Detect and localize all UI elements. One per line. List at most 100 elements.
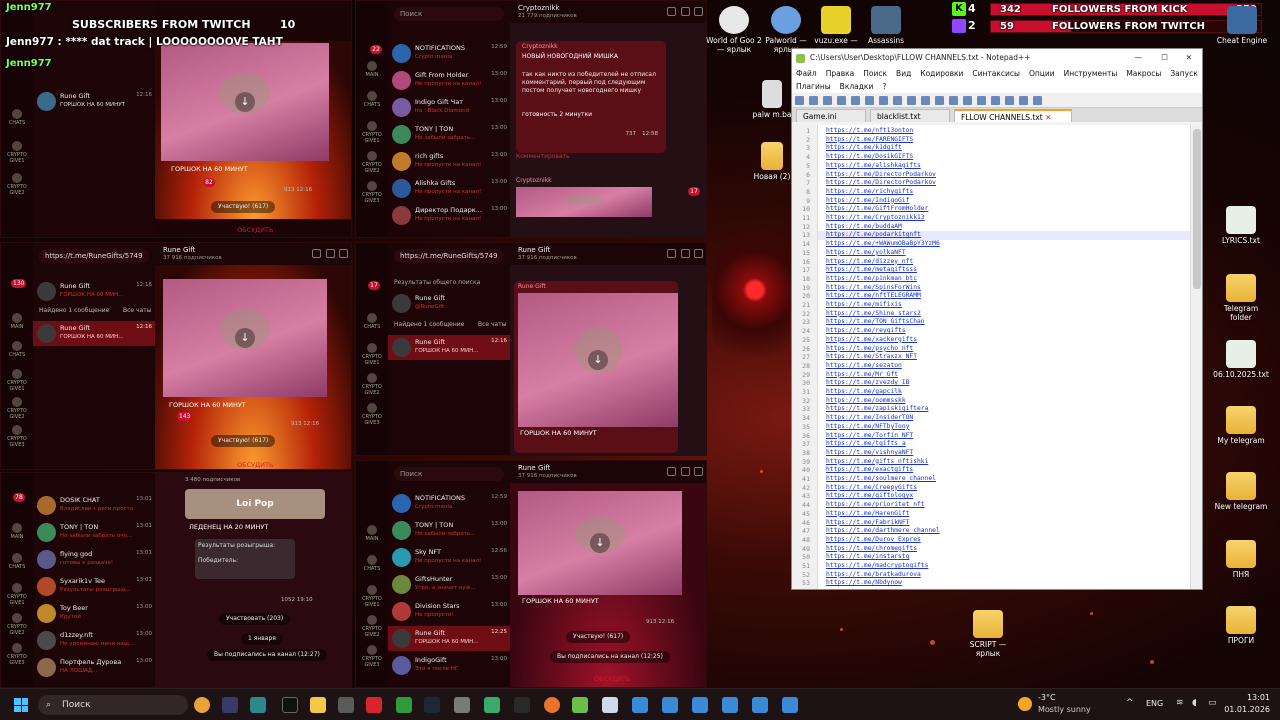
chat-row[interactable]: DOSIK CHAT Владислав • реги просто 13:01 — [33, 493, 155, 518]
url-line[interactable]: https://t.me/exactgifts — [826, 466, 913, 473]
chat-row[interactable]: IndigoGift Это я после НГ 13:00 — [388, 653, 510, 678]
url-line[interactable]: https://t.me/podarkitgnft — [826, 231, 921, 238]
url-line[interactable]: https://t.me/zvezdy_IB — [826, 379, 909, 386]
clock-time[interactable]: 13:01 — [1230, 693, 1270, 702]
taskbar-app[interactable] — [454, 697, 470, 713]
participate-button[interactable]: Участвую! (617) — [211, 435, 276, 447]
print-icon[interactable] — [865, 96, 874, 105]
url-line[interactable]: https://t.me/giftologyx — [826, 492, 913, 499]
url-line[interactable]: https://t.me/nftTELEGRAMM — [826, 292, 921, 299]
desktop-icon-vuzu[interactable]: vuzu.exe — — [808, 6, 864, 45]
columns-icon[interactable] — [326, 249, 335, 258]
rail-give1[interactable]: CRYPTO GIVE1 — [360, 343, 384, 366]
chat-row[interactable]: GiftsHunter Утро, а значит нуж... 13:00 — [388, 572, 510, 597]
rail-give2[interactable]: CRYPTO GIVE2 — [360, 151, 384, 174]
menu-item[interactable]: Макросы — [1126, 69, 1161, 78]
chat-row[interactable]: Toy Beer Крутой 13:00 — [33, 601, 155, 626]
search-input[interactable]: Поиск — [394, 7, 504, 21]
rail-give3[interactable]: CRYPTO GIVE3 — [5, 425, 29, 448]
menu-item[interactable]: Вид — [896, 69, 911, 78]
rail-give2[interactable]: CRYPTO GIVE2 — [360, 373, 384, 396]
language-indicator[interactable]: ENG — [1146, 699, 1163, 708]
url-line[interactable]: https://t.me/nft13onton — [826, 127, 913, 134]
menu-icon[interactable] — [694, 467, 703, 476]
url-line[interactable]: https://t.me/Mr_Gft — [826, 371, 898, 378]
save-icon[interactable] — [823, 96, 832, 105]
taskbar-app-notepad[interactable] — [602, 697, 618, 713]
desktop-icon-pnya[interactable]: ПНЯ — [1213, 540, 1269, 579]
rail-chats[interactable]: CHATS — [360, 555, 384, 572]
rail-give3[interactable]: CRYPTO GIVE3 — [360, 181, 384, 204]
url-line[interactable]: https://t.me/NFTbyTony — [826, 423, 909, 430]
rail-chats[interactable]: CHATS — [5, 109, 29, 126]
chat-row[interactable]: TONY | TON Не забыли забрать... 13:00 — [388, 518, 510, 543]
clock-date[interactable]: 01.01.2026 — [1222, 705, 1270, 714]
weather-icon[interactable] — [1018, 697, 1032, 711]
taskbar-app[interactable] — [250, 697, 266, 713]
post-media[interactable]: ↓ — [163, 279, 327, 397]
chat-row[interactable]: Division Stars Не пропусти! 13:00 — [388, 599, 510, 624]
notepadpp-window[interactable]: C:\Users\User\Desktop\FLLOW CHANNELS.txt… — [791, 48, 1203, 590]
url-line[interactable]: https://t.me/Straxzx_NFT — [826, 353, 917, 360]
discuss-link[interactable]: ОБСУДИТЬ — [237, 461, 273, 469]
all-chats-filter[interactable]: Все чаты — [123, 307, 151, 314]
rail-give3[interactable]: CRYPTO GIVE3 — [360, 645, 384, 668]
url-line[interactable]: https://t.me/gapcilk — [826, 388, 902, 395]
participate-button[interactable]: Участвовать (203) — [219, 613, 291, 625]
rail-give2[interactable]: CRYPTO GIVE2 — [5, 397, 29, 420]
url-line[interactable]: https://t.me/GiftFromHolder — [826, 205, 928, 212]
url-line[interactable]: https://t.me/tgifts_a — [826, 440, 906, 447]
menu-item[interactable]: Плагины — [796, 82, 831, 91]
new-file-icon[interactable] — [795, 96, 804, 105]
search-result[interactable]: Rune Gift @RuneGift — [388, 291, 510, 316]
url-line[interactable]: https://t.me/soulmere_channel — [826, 475, 936, 482]
zoom-out-icon[interactable] — [991, 96, 1000, 105]
wrap-icon[interactable] — [1005, 96, 1014, 105]
menu-item[interactable]: Опции — [1029, 69, 1055, 78]
url-line[interactable]: https://t.me/Durov_Expres — [826, 536, 921, 543]
participate-button[interactable]: Участвую! (617) — [211, 201, 276, 213]
paste-icon[interactable] — [907, 96, 916, 105]
chat-row[interactable]: Gift From Holder Не пропусти на канал! 13:… — [388, 68, 510, 93]
weather-desc[interactable]: Mostly sunny — [1038, 705, 1091, 714]
rail-main[interactable]: MAIN — [5, 313, 29, 330]
wifi-icon[interactable]: ≋ — [1176, 698, 1184, 708]
url-line[interactable]: https://t.me/FARENGIFTS — [826, 136, 913, 143]
search-input[interactable]: Поиск — [394, 467, 504, 481]
rail-give2[interactable]: CRYPTO GIVE2 — [360, 615, 384, 638]
redo-icon[interactable] — [935, 96, 944, 105]
rail-give2[interactable]: CRYPTO GIVE2 — [5, 613, 29, 636]
rail-chats[interactable]: CHATS — [5, 553, 29, 570]
url-line[interactable]: https://t.me/Cryptoznikk13 — [826, 214, 925, 221]
url-line[interactable]: https://t.me/chromegifts — [826, 545, 917, 552]
taskbar-app-telegram[interactable] — [722, 697, 738, 713]
menu-item[interactable]: Запуск — [1170, 69, 1197, 78]
url-line[interactable]: https://t.me/Torfin_NFT — [826, 432, 913, 439]
find-icon[interactable] — [949, 96, 958, 105]
rail-give1[interactable]: CRYPTO GIVE1 — [360, 121, 384, 144]
chat-row-selected[interactable]: Rune Gift ГОРШОК НА 60 МИН... 12:25 — [388, 626, 510, 651]
taskbar-app-telegram[interactable] — [752, 697, 768, 713]
weather-temp[interactable]: -3°C — [1038, 693, 1056, 702]
rail-main[interactable]: MAIN — [360, 61, 384, 78]
url-line[interactable]: https://t.me/xackergifts — [826, 336, 917, 343]
columns-icon[interactable] — [681, 467, 690, 476]
taskbar-app-telegram[interactable] — [692, 697, 708, 713]
chat-row[interactable]: Директор Подарк... Не пропусти на канал! 1… — [388, 203, 510, 228]
comments-link[interactable]: Комментировать — [516, 153, 570, 160]
url-line[interactable]: https://t.me/reygifts — [826, 327, 906, 334]
url-line[interactable]: https://t.me/alishkagifts — [826, 162, 921, 169]
telegram-window-3[interactable]: 130 MAIN CHATS CRYPTO GIVE1 CRYPTO GIVE2… — [0, 242, 352, 470]
chat-row[interactable]: Alishka Gifts Не пропусти на канал! 13:00 — [388, 176, 510, 201]
chat-row-selected[interactable]: Rune Gift ГОРШОК НА 60 МИН... 12:16 — [33, 321, 155, 346]
url-line[interactable]: https://t.me/gifts_nftishki — [826, 458, 928, 465]
taskbar-app-explorer[interactable] — [310, 697, 326, 713]
url-line[interactable]: https://t.me/TON_GiftsChan — [826, 318, 925, 325]
start-button[interactable] — [14, 698, 28, 712]
minimize-button[interactable]: — — [1135, 49, 1143, 67]
menu-item[interactable]: ? — [882, 82, 886, 91]
close-button[interactable]: ✕ — [1186, 49, 1192, 67]
search-icon[interactable] — [667, 467, 676, 476]
url-line[interactable]: https://t.me/HarenGift — [826, 510, 909, 517]
chat-row[interactable]: Портфель Дурова НА ЛОШАД... 13:00 — [33, 655, 155, 680]
